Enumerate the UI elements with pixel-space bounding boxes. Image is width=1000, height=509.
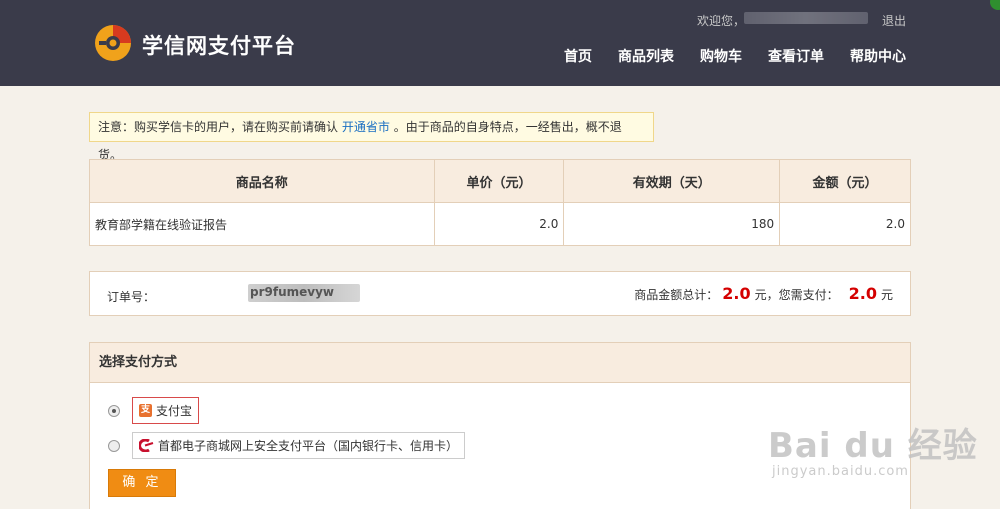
cell-unit-price: 2.0 bbox=[433, 202, 565, 246]
product-table: 商品名称 单价（元） 有效期（天） 金额（元） 教育部学籍在线验证报告 2.0 … bbox=[89, 159, 911, 246]
payment-option-alipay: 支 支付宝 bbox=[108, 397, 200, 424]
col-product-name: 商品名称 bbox=[89, 159, 435, 203]
order-number-label: 订单号： bbox=[107, 290, 156, 304]
watermark-main: Bai du 经验 bbox=[768, 426, 978, 466]
site-name[interactable]: 学信网支付平台 bbox=[142, 30, 296, 60]
baidu-watermark: Bai du 经验 jingyan.baidu.com bbox=[768, 418, 978, 479]
nav-help-center[interactable]: 帮助中心 bbox=[850, 46, 906, 66]
radio-capital-mall[interactable] bbox=[108, 439, 120, 452]
logout-link[interactable]: 退出 bbox=[882, 12, 906, 29]
cell-product-name: 教育部学籍在线验证报告 bbox=[89, 202, 435, 246]
header-bar: 学信网支付平台 欢迎您， 退出 首页 商品列表 购物车 查看订单 帮助中心 bbox=[0, 0, 1000, 86]
nav-home[interactable]: 首页 bbox=[564, 46, 592, 66]
welcome-text: 欢迎您， bbox=[697, 14, 746, 28]
alipay-label: 支付宝 bbox=[156, 404, 193, 418]
notice-link-open-province[interactable]: 开通省市 bbox=[342, 120, 390, 134]
cell-amount: 2.0 bbox=[779, 202, 911, 246]
capital-mall-icon bbox=[139, 439, 154, 452]
table-header-row: 商品名称 单价（元） 有效期（天） 金额（元） bbox=[89, 159, 911, 203]
order-totals: 商品金额总计： 2.0 元，您需支付： 2.0 元 bbox=[634, 284, 893, 303]
notice-banner: 注意：购买学信卡的用户，请在购买前请确认 开通省市 。由于商品的自身特点，一经售… bbox=[89, 112, 654, 162]
pay-unit: 元 bbox=[880, 288, 893, 302]
corner-indicator bbox=[990, 0, 1000, 10]
total-amount: 2.0 bbox=[722, 284, 751, 303]
cell-validity: 180 bbox=[563, 202, 781, 246]
capital-mall-option-button[interactable]: 首都电子商城网上安全支付平台（国内银行卡、信用卡） bbox=[132, 432, 466, 459]
main-nav: 首页 商品列表 购物车 查看订单 帮助中心 bbox=[538, 46, 906, 66]
nav-view-orders[interactable]: 查看订单 bbox=[768, 46, 824, 66]
payment-option-capital-mall: 首都电子商城网上安全支付平台（国内银行卡、信用卡） bbox=[108, 432, 466, 459]
nav-cart[interactable]: 购物车 bbox=[700, 46, 742, 66]
pay-amount: 2.0 bbox=[848, 284, 877, 303]
logo-icon[interactable] bbox=[94, 24, 132, 62]
watermark-sub: jingyan.baidu.com bbox=[772, 464, 909, 479]
order-summary: 订单号： pr9fumevyw 商品金额总计： 2.0 元，您需支付： 2.0 元 bbox=[89, 271, 911, 316]
confirm-button[interactable]: 确 定 bbox=[108, 469, 176, 497]
capital-mall-label: 首都电子商城网上安全支付平台（国内银行卡、信用卡） bbox=[158, 439, 459, 453]
total-unit: 元，您需支付： bbox=[754, 288, 839, 302]
radio-alipay[interactable] bbox=[108, 404, 120, 417]
order-number-partial: pr9fumevyw bbox=[250, 285, 334, 299]
payment-title: 选择支付方式 bbox=[90, 343, 910, 383]
alipay-option-button[interactable]: 支 支付宝 bbox=[132, 397, 200, 424]
col-amount: 金额（元） bbox=[779, 159, 911, 203]
table-row: 教育部学籍在线验证报告 2.0 180 2.0 bbox=[89, 202, 911, 246]
col-unit-price: 单价（元） bbox=[433, 159, 565, 203]
username-redacted bbox=[744, 12, 868, 24]
nav-product-list[interactable]: 商品列表 bbox=[618, 46, 674, 66]
col-validity: 有效期（天） bbox=[563, 159, 781, 203]
total-label: 商品金额总计： bbox=[634, 288, 719, 302]
notice-prefix: 注意：购买学信卡的用户，请在购买前请确认 bbox=[98, 120, 339, 134]
alipay-icon: 支 bbox=[139, 404, 152, 417]
